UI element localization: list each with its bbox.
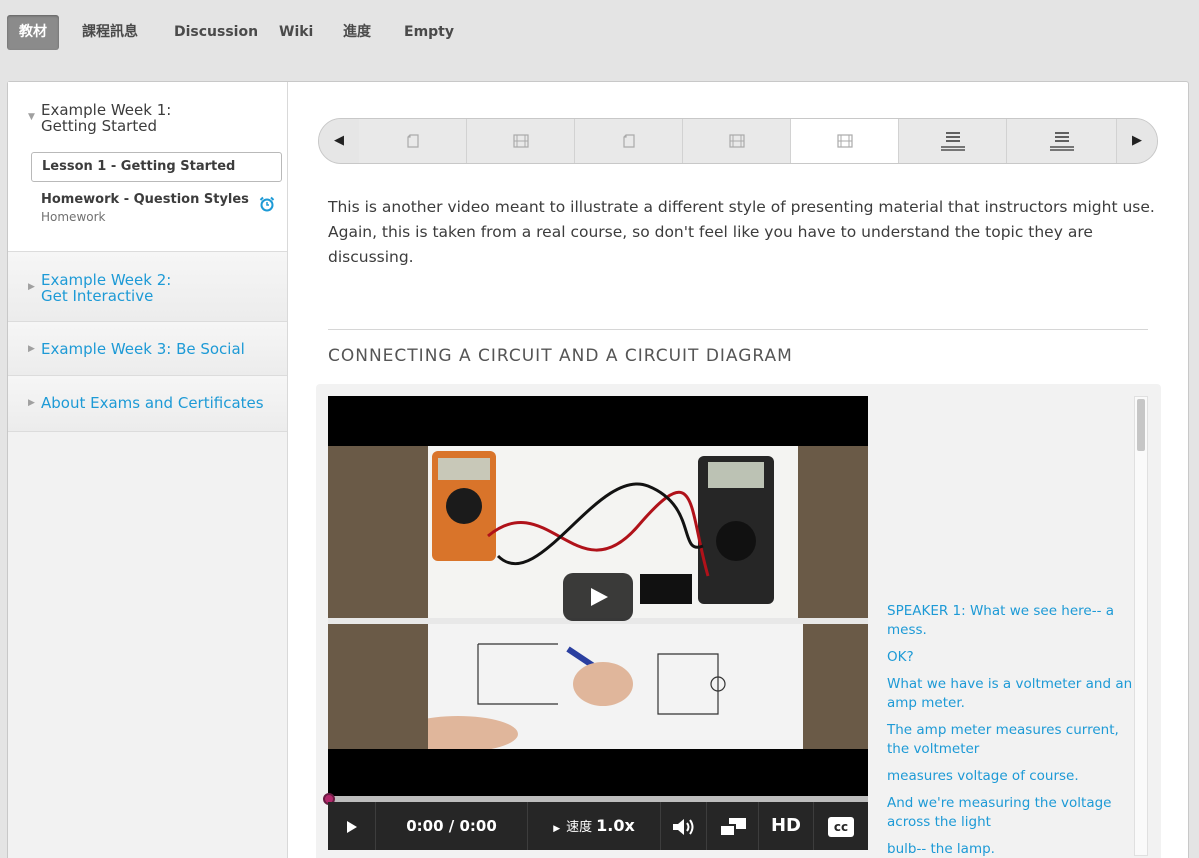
transcript-line[interactable]: OK?	[887, 648, 1137, 667]
sequence-item-6[interactable]	[899, 119, 1007, 163]
chapter-title: About Exams and Certificates	[41, 394, 264, 412]
page-icon	[622, 134, 635, 148]
transcript-line[interactable]: The amp meter measures current, the volt…	[887, 721, 1137, 759]
chevron-down-icon: ▼	[28, 112, 35, 122]
circuit-diagram-scene	[398, 643, 726, 752]
volume-icon	[672, 818, 693, 835]
chapter-week-2[interactable]: ▶ Example Week 2: Get Interactive	[8, 252, 287, 322]
sequence-next-button[interactable]: ▶	[1117, 119, 1157, 163]
video-controls: 0:00 / 0:00 ▶ 速度 1.0x HD cc	[328, 802, 868, 850]
list-icon	[940, 132, 965, 151]
lesson-item-homework[interactable]: Homework - Question Styles	[41, 192, 249, 207]
chevron-right-icon: ▶	[28, 398, 35, 408]
video-title: CONNECTING A CIRCUIT AND A CIRCUIT DIAGR…	[328, 346, 793, 366]
alarm-clock-icon	[259, 196, 275, 212]
page-icon	[406, 134, 419, 148]
transcript-panel: SPEAKER 1: What we see here-- a mess. OK…	[887, 602, 1137, 858]
tab-discussion[interactable]: Discussion	[162, 15, 270, 50]
video-player[interactable]	[323, 396, 868, 805]
chapter-title-line2: Getting Started	[41, 117, 157, 135]
cc-icon: cc	[827, 816, 855, 837]
sequence-item-4[interactable]	[683, 119, 791, 163]
transcript-line[interactable]: bulb-- the lamp.	[887, 840, 1137, 858]
sequence-items	[359, 119, 1117, 163]
lesson-item-active[interactable]: Lesson 1 - Getting Started	[31, 152, 282, 182]
video-frame-diagram	[398, 624, 803, 752]
course-panel: ▼ Example Week 1: Getting Started Lesson…	[7, 81, 1189, 858]
course-sidebar: ▼ Example Week 1: Getting Started Lesson…	[8, 82, 288, 858]
sequence-item-1[interactable]	[359, 119, 467, 163]
chapter-title-line2: Get Interactive	[41, 287, 154, 305]
tab-wiki[interactable]: Wiki	[267, 15, 325, 50]
volume-button[interactable]	[661, 802, 707, 850]
video-play-overlay-button[interactable]	[563, 573, 633, 621]
chevron-right-icon: ▶	[28, 282, 35, 292]
captions-toggle-button[interactable]: cc	[814, 802, 868, 850]
course-tabs: 教材 課程訊息 Discussion Wiki 進度 Empty	[0, 0, 1199, 81]
chapter-week-3[interactable]: ▶ Example Week 3: Be Social	[8, 322, 287, 376]
sequence-item-3[interactable]	[575, 119, 683, 163]
video-icon	[512, 134, 529, 148]
video-icon	[728, 134, 745, 148]
video-icon	[836, 134, 853, 148]
intro-text: This is another video meant to illustrat…	[328, 198, 1155, 266]
speed-label: 速度	[566, 820, 593, 835]
chapter-title: Example Week 3: Be Social	[41, 340, 245, 358]
speed-value: 1.0x	[596, 816, 635, 835]
sequence-item-2[interactable]	[467, 119, 575, 163]
video-module: 0:00 / 0:00 ▶ 速度 1.0x HD cc SPEAKER 1: W…	[316, 384, 1161, 858]
fullscreen-icon	[718, 817, 746, 837]
sequence-prev-button[interactable]: ◀	[319, 119, 359, 163]
chapter-title[interactable]: Example Week 1: Getting Started	[41, 102, 171, 134]
lesson-item-subtitle: Homework	[41, 210, 106, 224]
chevron-right-icon: ▶	[28, 344, 35, 354]
unit-content: ◀ ▶ This is another video meant to illus…	[288, 82, 1189, 858]
video-time-display: 0:00 / 0:00	[376, 802, 528, 850]
chapter-exams-certificates[interactable]: ▶ About Exams and Certificates	[8, 376, 287, 432]
sequence-item-5-active[interactable]	[791, 119, 899, 163]
tab-courseware[interactable]: 教材	[7, 15, 59, 50]
tab-empty[interactable]: Empty	[392, 15, 466, 50]
section-divider	[328, 329, 1148, 330]
play-button[interactable]	[328, 802, 376, 850]
chapter-title-line1: Example Week 1:	[41, 101, 172, 119]
scrollbar-thumb[interactable]	[1137, 399, 1145, 451]
transcript-scrollbar[interactable]	[1134, 396, 1148, 856]
play-icon	[346, 820, 357, 833]
tab-course-info[interactable]: 課程訊息	[70, 15, 150, 50]
chapter-week-1: ▼ Example Week 1: Getting Started Lesson…	[8, 82, 287, 252]
hd-toggle-button[interactable]: HD	[759, 802, 814, 850]
list-icon	[1049, 132, 1074, 151]
speed-control[interactable]: ▶ 速度 1.0x	[528, 802, 661, 850]
fullscreen-button[interactable]	[707, 802, 759, 850]
transcript-line[interactable]: SPEAKER 1: What we see here-- a mess.	[887, 602, 1137, 640]
caret-right-icon: ▶	[553, 824, 561, 834]
sequence-nav: ◀ ▶	[318, 118, 1158, 164]
transcript-line[interactable]: And we're measuring the voltage across t…	[887, 794, 1137, 832]
transcript-line[interactable]: measures voltage of course.	[887, 767, 1137, 786]
sequence-item-7[interactable]	[1007, 119, 1117, 163]
tab-progress[interactable]: 進度	[331, 15, 383, 50]
transcript-line[interactable]: What we have is a voltmeter and an amp m…	[887, 675, 1137, 713]
chapter-title-line1: Example Week 2:	[41, 271, 172, 289]
